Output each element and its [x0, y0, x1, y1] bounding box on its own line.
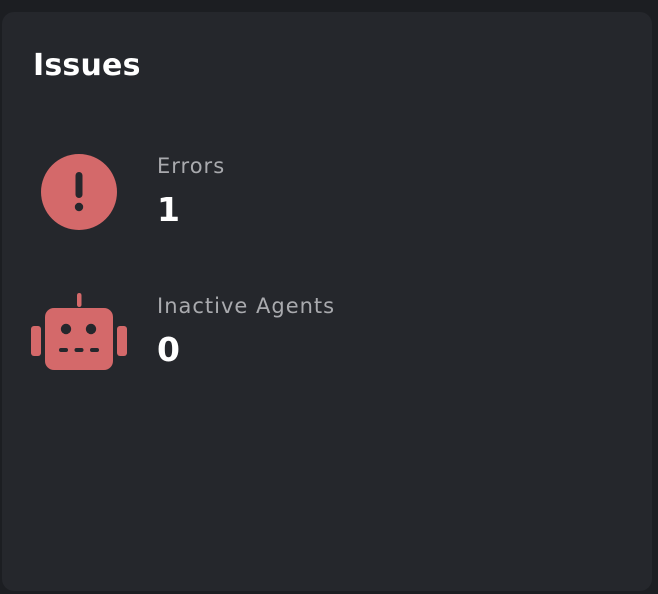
- inactive-agents-label: Inactive Agents: [157, 294, 336, 318]
- errors-label: Errors: [157, 154, 226, 178]
- inactive-agents-count: 0: [157, 330, 180, 369]
- error-circle-icon: [41, 154, 117, 230]
- card-title: Issues: [33, 48, 141, 83]
- issue-row-inactive-agents: Inactive Agents 0: [2, 293, 652, 383]
- errors-count: 1: [157, 190, 180, 229]
- robot-icon: [31, 293, 127, 370]
- issues-card: Issues Errors 1 Inactive Agents 0: [2, 12, 652, 591]
- issue-row-errors: Errors 1: [2, 153, 652, 243]
